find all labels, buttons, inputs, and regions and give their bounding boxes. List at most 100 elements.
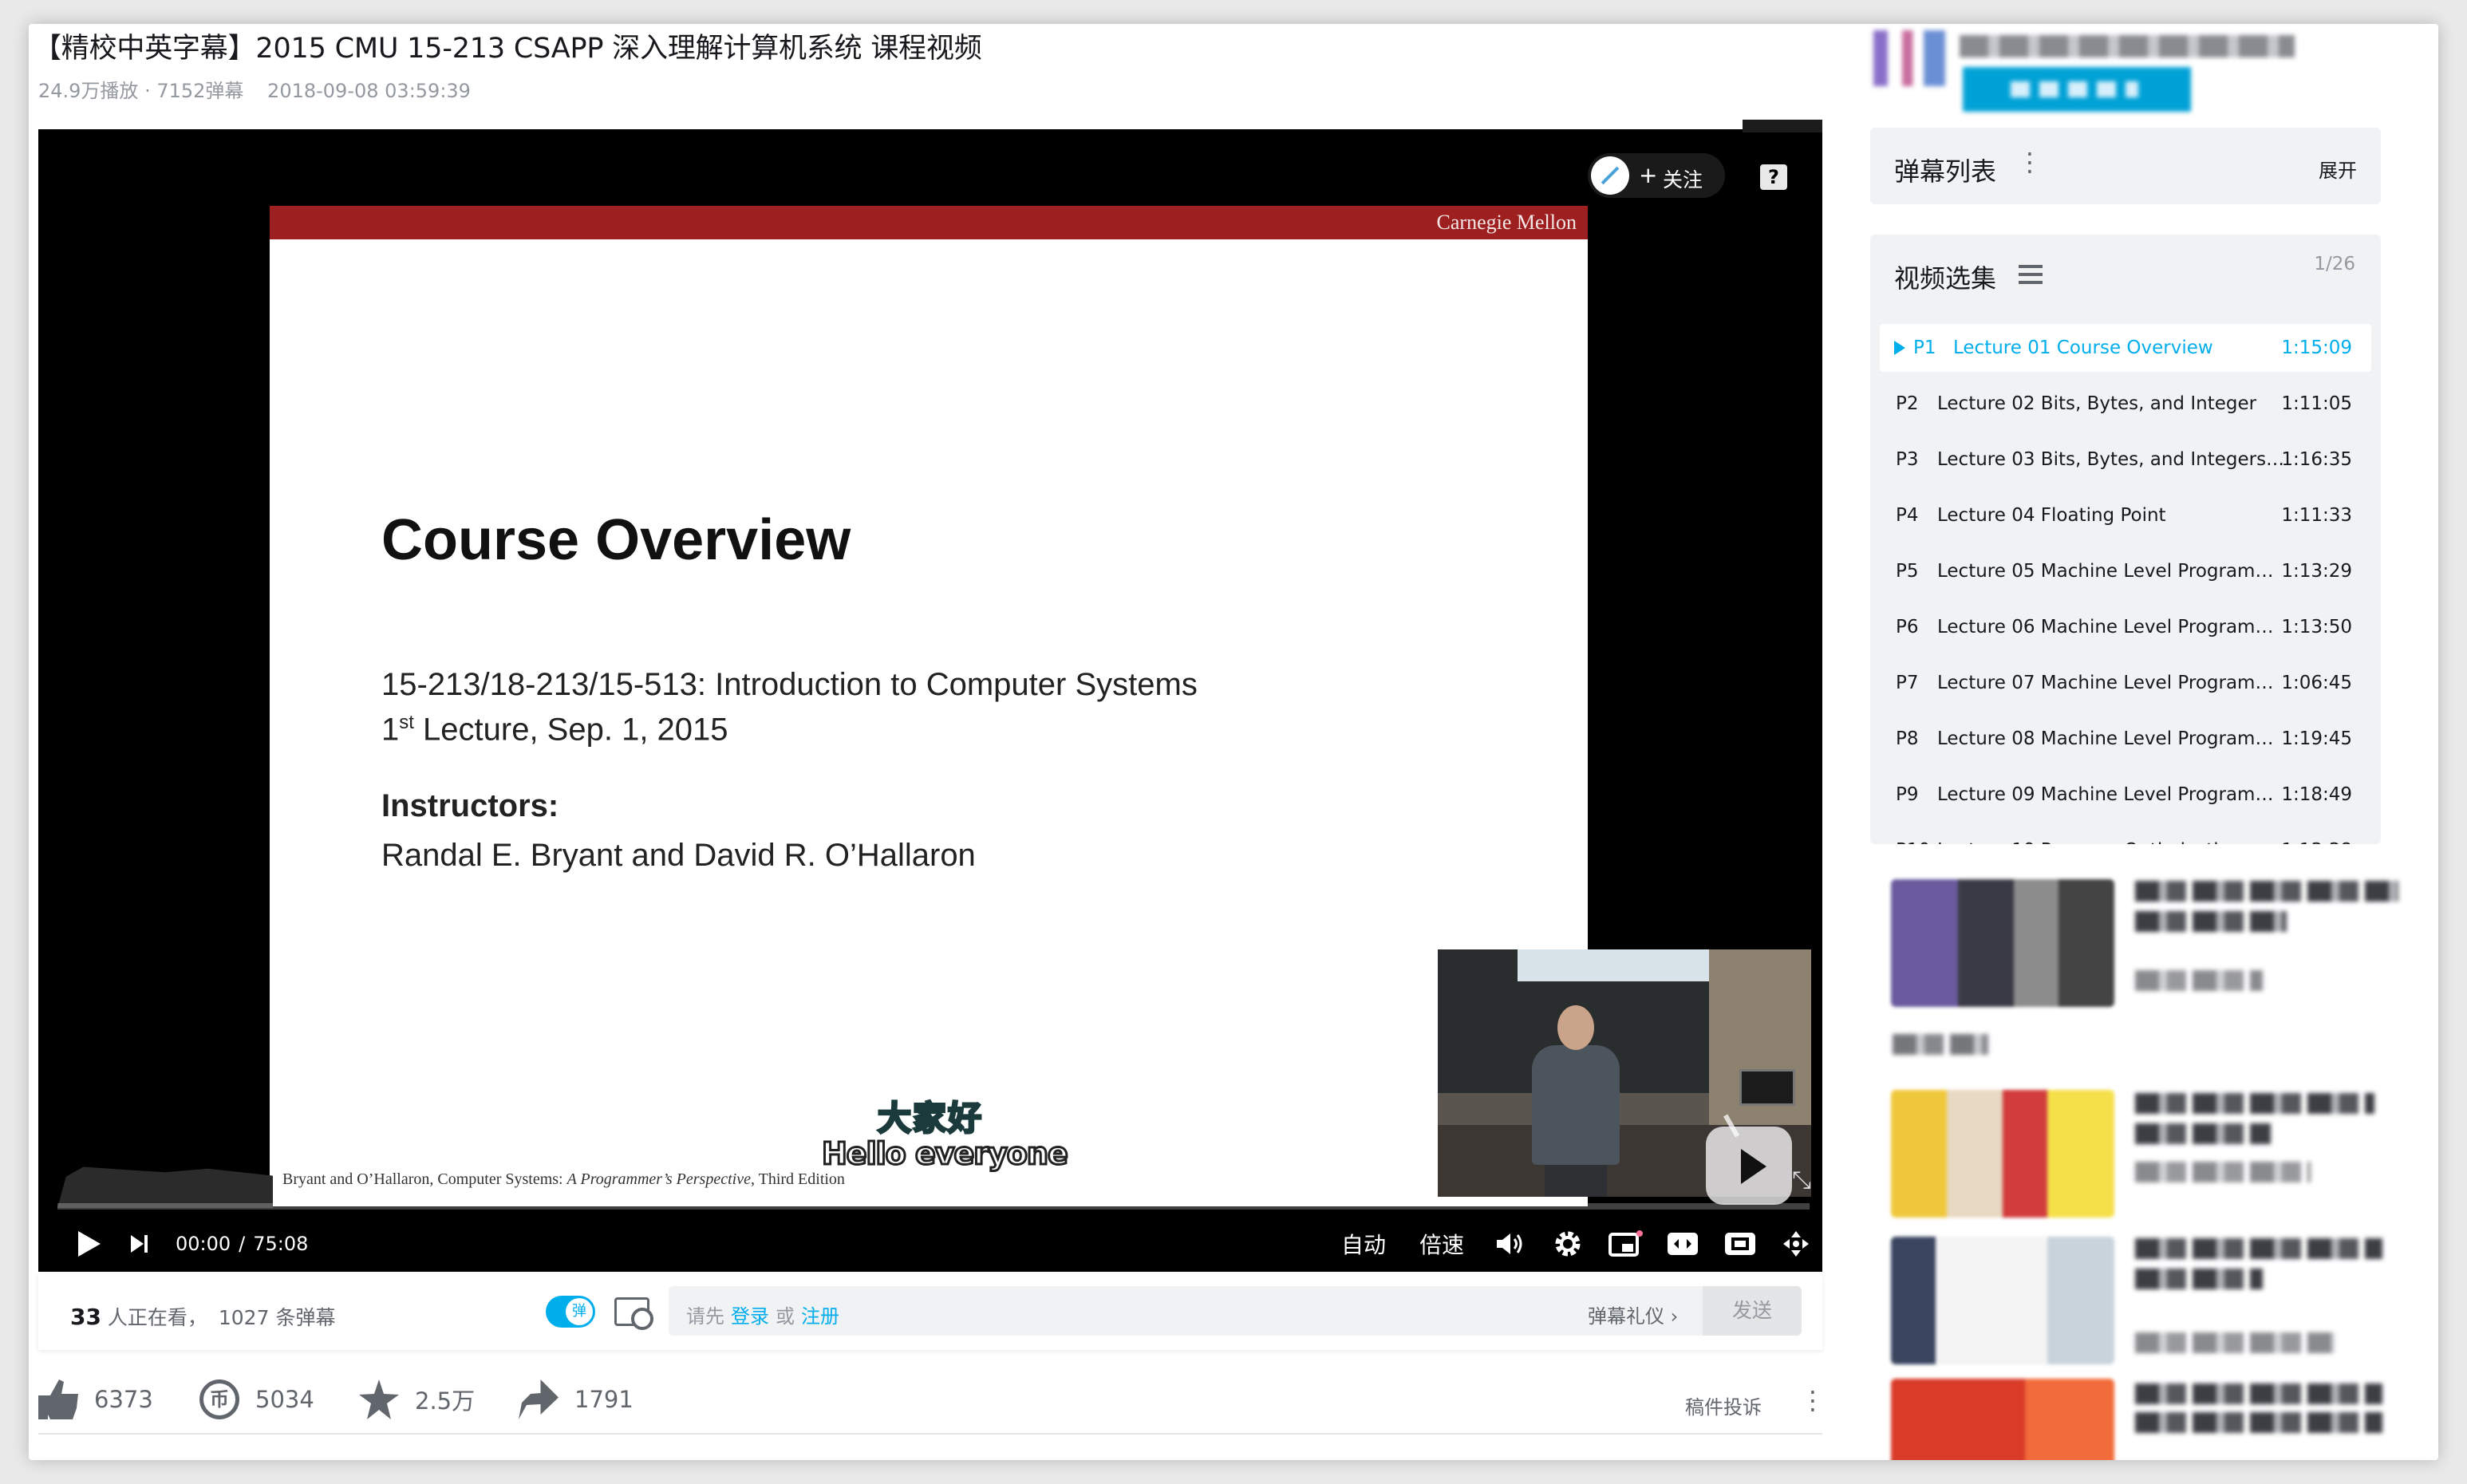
web-fullscreen-button[interactable] [1719,1216,1762,1272]
episode-duration: 1:11:05 [2281,393,2352,414]
share-button[interactable]: 1791 [519,1379,634,1420]
subtitle-chinese: 大家好 [876,1098,984,1139]
recommended-thumbnail-3[interactable] [1891,1237,2114,1364]
player-controls: 00:00 / 75:08 自动 倍速 [38,1216,1822,1272]
danmaku-etiquette-link[interactable]: 弹幕礼仪 › [1588,1300,1678,1328]
help-icon[interactable]: ? [1760,164,1787,190]
like-count: 6373 [94,1386,153,1413]
recommended-title-2[interactable] [2135,1093,2374,1114]
register-link[interactable]: 注册 [801,1305,839,1328]
episode-count: 1/26 [2314,254,2355,274]
episode-item[interactable]: P2 Lecture 02 Bits, Bytes, and Integer 1:1… [1880,380,2371,428]
uploader-avatar-blurred[interactable] [1873,30,1945,86]
danmaku-settings-icon[interactable] [614,1297,653,1330]
recommended-title-4b[interactable] [2135,1412,2382,1433]
slide-brand: Carnegie Mellon [1436,211,1577,234]
recommended-title-1b[interactable] [2135,911,2287,932]
slide-date-sup: st [399,712,414,733]
danmaku-heat-graph [57,1166,273,1208]
total-time: 75:08 [253,1233,309,1255]
current-time: 00:00 [176,1233,231,1255]
viewer-number: 33 [70,1304,101,1330]
video-actions: 6373 5034 2.5万 1791 稿件投诉 ⋮ [29,1369,1832,1433]
recommended-title-3[interactable] [2135,1238,2382,1259]
recommended-title-2b[interactable] [2135,1123,2271,1144]
fullscreen-icon [1783,1231,1809,1257]
danmaku-input[interactable]: 请先 登录或注册 弹幕礼仪 › 发送 [669,1286,1802,1336]
danmaku-count: 1027 条弹幕 [218,1306,336,1329]
episode-number: P3 [1896,449,1919,470]
recommended-thumbnail-2[interactable] [1891,1090,2114,1218]
episode-duration: 1:13:38 [2281,840,2352,844]
danmaku-list-expand[interactable]: 展开 [2319,155,2357,183]
settings-icon [1555,1231,1581,1257]
viewer-suffix: 人正在看， [101,1306,207,1329]
recommended-thumbnail-1[interactable] [1891,879,2114,1007]
quality-button[interactable]: 自动 [1334,1216,1393,1272]
tv-play-icon[interactable] [1706,1127,1792,1205]
section-divider [38,1433,1822,1435]
prompt-or: 或 [776,1305,795,1328]
widescreen-button[interactable] [1661,1216,1704,1272]
volume-icon [1497,1233,1522,1254]
episode-number: P5 [1896,561,1919,582]
send-button[interactable]: 发送 [1703,1286,1802,1336]
episode-item[interactable]: P10Lecture 10 Program Optimization1:13:3… [1880,827,2371,844]
list-icon[interactable] [2019,265,2043,284]
slide-date-rest: Lecture, Sep. 1, 2015 [413,712,728,748]
plus-icon: + [1639,162,1658,188]
recommended-author-3[interactable] [2135,1332,2335,1353]
favorite-button[interactable]: 2.5万 [359,1379,475,1420]
danmaku-toggle[interactable] [546,1296,595,1328]
coin-button[interactable]: 5034 [199,1379,314,1420]
recommended-title-3b[interactable] [2135,1269,2263,1289]
video-title: 【精校中英字幕】2015 CMU 15-213 CSAPP 深入理解计算机系统 … [34,33,982,65]
slide-instructors: Randal E. Bryant and David R. O’Hallaron [381,838,976,873]
report-link[interactable]: 稿件投诉 [1685,1391,1762,1419]
lecturer-body [1532,1045,1620,1165]
recommended-title-4[interactable] [2135,1383,2382,1404]
episode-item[interactable]: P9 Lecture 09 Machine Level Programmi... 1… [1880,771,2371,819]
episode-item[interactable]: P5 Lecture 05 Machine Level Programmi... 1… [1880,547,2371,595]
episode-duration: 1:11:33 [2281,505,2352,526]
more-options-icon[interactable]: ⋮ [1800,1385,1826,1415]
follow-button[interactable]: + 关注 [1588,153,1725,198]
viewer-count: 33 人正在看， 1027 条弹幕 [70,1302,335,1331]
slide-course-line: 15-213/18-213/15-513: Introduction to Co… [381,667,1198,702]
time-separator: / [239,1233,246,1255]
danmaku-list-menu-icon[interactable]: ⋮ [2017,147,2043,177]
pip-button[interactable] [1604,1216,1647,1272]
video-player[interactable]: Carnegie Mellon Course Overview 15-213/1… [38,120,1822,1272]
next-button[interactable] [123,1216,155,1272]
slide-heading: Course Overview [381,508,851,572]
episode-title: Lecture 01 Course Overview [1953,337,2213,358]
slide-date-ordinal: 1 [381,712,400,748]
episode-item[interactable]: P7 Lecture 07 Machine Level Programmi... 1… [1880,659,2371,707]
like-button[interactable]: 6373 [38,1379,153,1420]
settings-button[interactable] [1548,1216,1588,1272]
login-link[interactable]: 登录 [731,1305,769,1328]
episode-item[interactable]: P6 Lecture 06 Machine Level Programmi... 1… [1880,603,2371,651]
playing-icon [1894,341,1905,355]
episode-number: P8 [1896,728,1919,749]
episode-item[interactable]: P1 Lecture 01 Course Overview 1:15:09 [1880,324,2371,372]
slide-header-bar: Carnegie Mellon [270,206,1588,239]
episode-item[interactable]: P8 Lecture 08 Machine Level Programmi... 1… [1880,715,2371,763]
resize-handle-icon[interactable]: ⤡ [1792,1166,1811,1194]
episode-item[interactable]: P4 Lecture 04 Floating Point 1:11:33 [1880,491,2371,539]
episode-number: P7 [1896,673,1919,693]
recommended-author-1[interactable] [2135,970,2263,991]
danmaku-list-panel[interactable]: 弹幕列表 ⋮ 展开 [1870,128,2381,204]
play-icon [78,1231,101,1257]
recommended-author-2[interactable] [2135,1162,2311,1182]
uploader-follow-blurred[interactable] [1963,67,2191,112]
progress-bar[interactable] [57,1203,1810,1210]
recommended-thumbnail-4[interactable] [1891,1379,2114,1460]
play-button[interactable] [69,1216,109,1272]
recommended-title-1[interactable] [2135,881,2398,902]
episode-item[interactable]: P3 Lecture 03 Bits, Bytes, and Integers .… [1880,436,2371,483]
episode-title: Lecture 02 Bits, Bytes, and Integer [1937,393,2257,414]
speed-button[interactable]: 倍速 [1412,1216,1471,1272]
volume-button[interactable] [1490,1216,1530,1272]
fullscreen-button[interactable] [1774,1216,1818,1272]
